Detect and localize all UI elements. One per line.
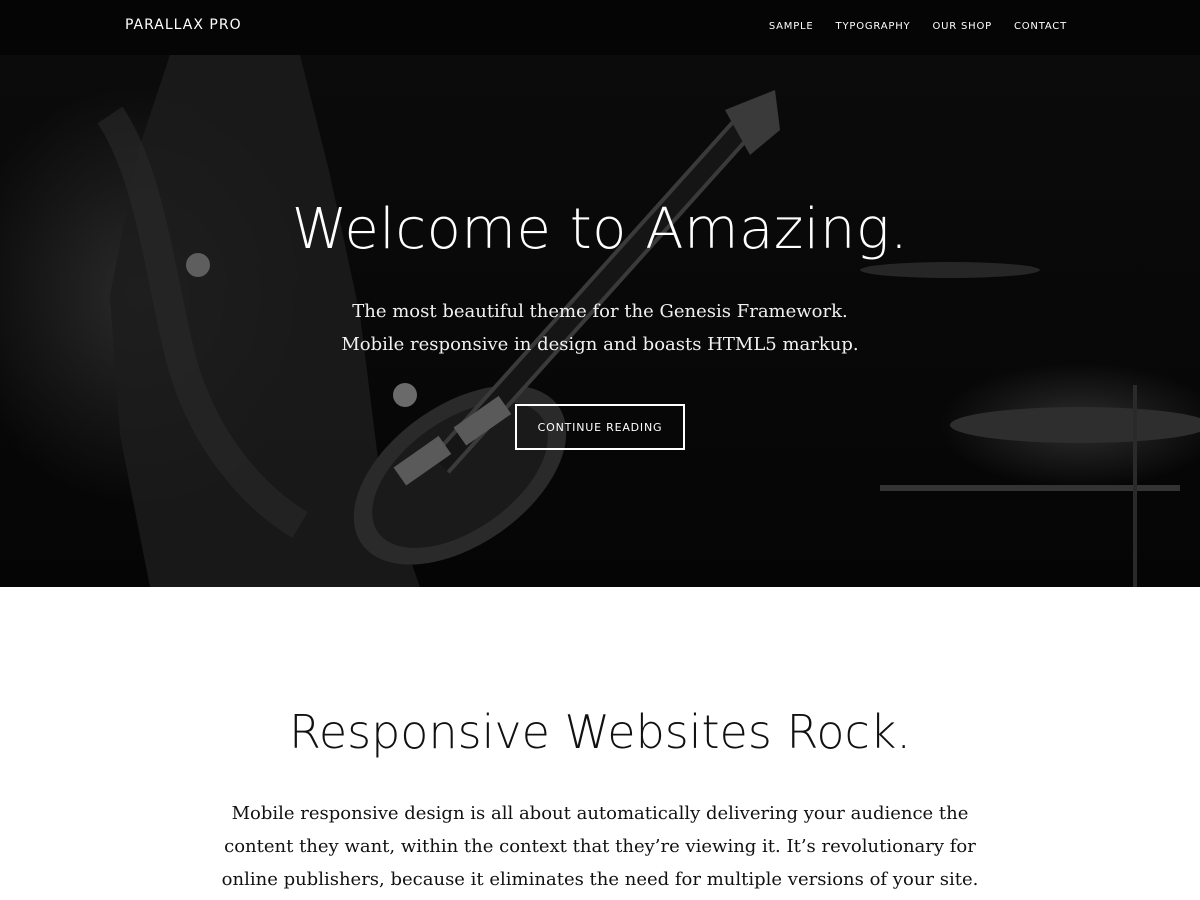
nav-item-typography[interactable]: TYPOGRAPHY [836, 21, 911, 32]
section-text: Mobile responsive design is all about au… [221, 803, 979, 890]
section-title: Responsive Websites Rock. [288, 705, 912, 759]
site-title-link[interactable]: PARALLAX PRO [125, 17, 242, 33]
nav-item-contact[interactable]: CONTACT [1014, 21, 1067, 32]
hero-subtitle-line-1: The most beautiful theme for the Genesis… [352, 301, 848, 322]
hero-title: Welcome to Amazing. [291, 197, 909, 262]
primary-nav: SAMPLE TYPOGRAPHY OUR SHOP CONTACT [769, 21, 1067, 32]
hero-section: Welcome to Amazing. The most beautiful t… [0, 55, 1200, 587]
continue-reading-button[interactable]: CONTINUE READING [515, 404, 685, 450]
site-header: PARALLAX PRO SAMPLE TYPOGRAPHY OUR SHOP … [0, 0, 1200, 55]
hero-subtitle-line-2: Mobile responsive in design and boasts H… [341, 334, 859, 355]
hero-subtitle: The most beautiful theme for the Genesis… [0, 295, 1200, 361]
responsive-section: Responsive Websites Rock. Mobile respons… [0, 587, 1200, 900]
nav-item-our-shop[interactable]: OUR SHOP [932, 21, 992, 32]
nav-item-sample[interactable]: SAMPLE [769, 21, 814, 32]
